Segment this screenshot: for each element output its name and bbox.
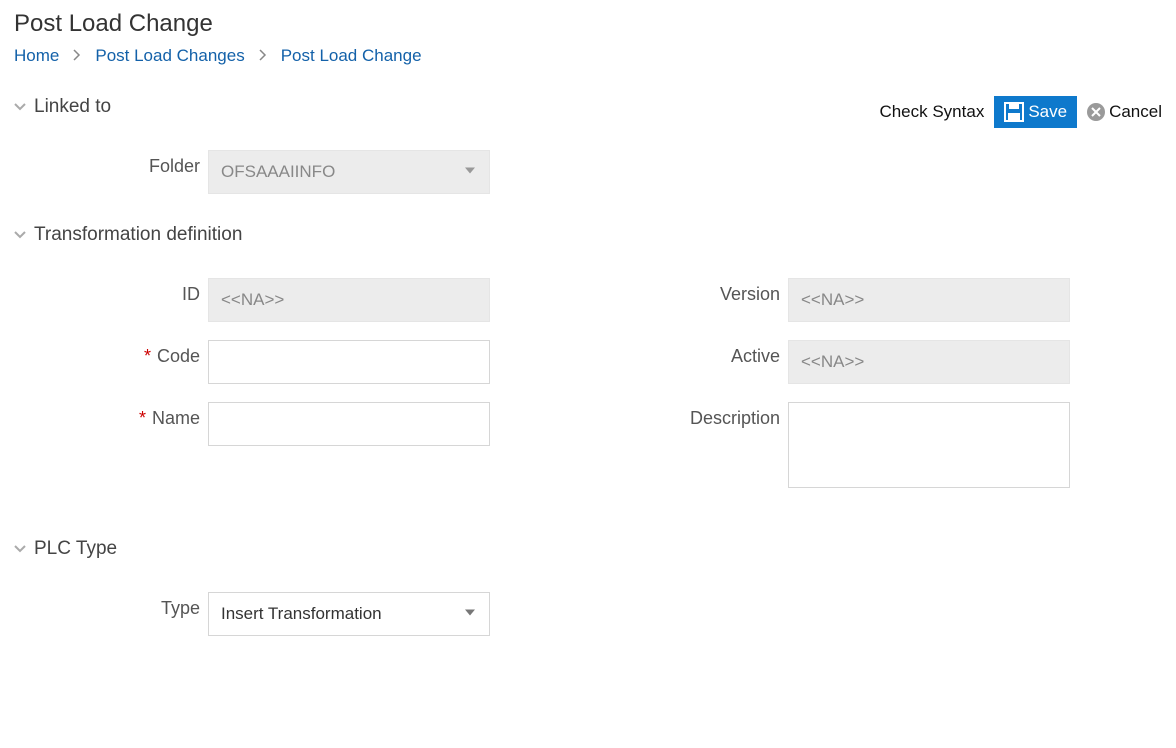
name-label: * Name	[14, 402, 200, 429]
section-title-plc-type: PLC Type	[34, 538, 117, 560]
section-header-linked-to[interactable]: Linked to	[14, 96, 111, 118]
check-syntax-button[interactable]: Check Syntax	[879, 102, 984, 122]
close-icon	[1087, 103, 1105, 121]
breadcrumb-home[interactable]: Home	[14, 46, 59, 66]
folder-label: Folder	[14, 150, 200, 177]
type-label: Type	[14, 592, 200, 619]
section-header-transformation[interactable]: Transformation definition	[14, 224, 1162, 246]
required-marker: *	[144, 346, 151, 367]
description-field[interactable]	[788, 402, 1070, 488]
description-label: Description	[594, 402, 780, 429]
chevron-right-icon	[73, 48, 81, 64]
type-select-wrap	[208, 592, 490, 636]
version-field	[788, 278, 1070, 322]
code-field[interactable]	[208, 340, 490, 384]
folder-select-wrap	[208, 150, 490, 194]
chevron-down-icon	[14, 543, 26, 555]
folder-select[interactable]	[208, 150, 490, 194]
type-select[interactable]	[208, 592, 490, 636]
id-label: ID	[14, 278, 200, 305]
name-field[interactable]	[208, 402, 490, 446]
section-title-transformation: Transformation definition	[34, 224, 242, 246]
save-button[interactable]: Save	[994, 96, 1077, 128]
chevron-right-icon	[259, 48, 267, 64]
chevron-down-icon	[14, 229, 26, 241]
version-label: Version	[594, 278, 780, 305]
code-label: * Code	[14, 340, 200, 367]
active-field	[788, 340, 1070, 384]
save-icon	[1004, 102, 1024, 122]
cancel-button[interactable]: Cancel	[1087, 102, 1162, 122]
action-bar: Check Syntax Save Cancel	[879, 96, 1162, 128]
breadcrumb: Home Post Load Changes Post Load Change	[14, 46, 1162, 66]
active-label: Active	[594, 340, 780, 367]
section-header-plc-type[interactable]: PLC Type	[14, 538, 1162, 560]
breadcrumb-post-load-changes[interactable]: Post Load Changes	[95, 46, 244, 66]
id-field	[208, 278, 490, 322]
page-title: Post Load Change	[14, 10, 1162, 38]
chevron-down-icon	[14, 101, 26, 113]
required-marker: *	[139, 408, 146, 429]
section-title-linked-to: Linked to	[34, 96, 111, 118]
breadcrumb-post-load-change[interactable]: Post Load Change	[281, 46, 422, 66]
